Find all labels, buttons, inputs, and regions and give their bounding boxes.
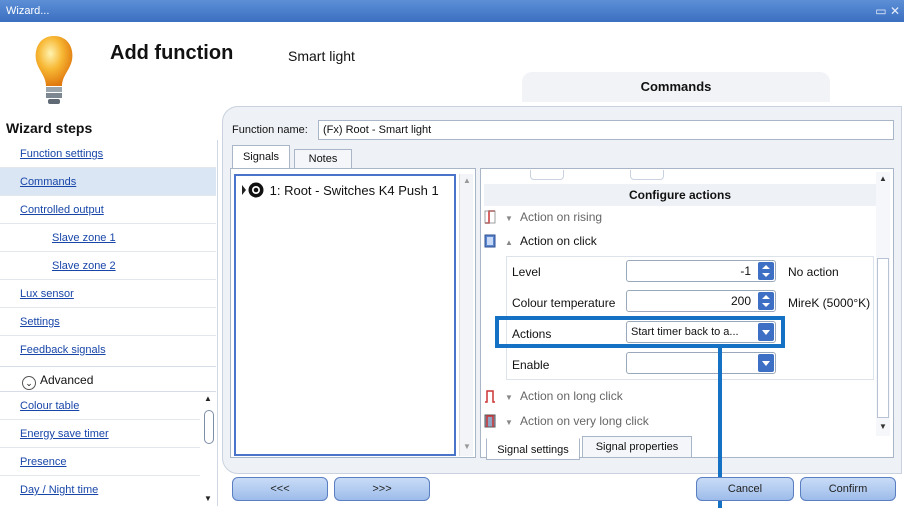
colour-temperature-label: Colour temperature [512, 296, 616, 310]
panel-tab-stub [630, 170, 664, 180]
chevron-down-icon: ▼ [505, 418, 513, 427]
step-feedback-signals[interactable]: Feedback signals [0, 336, 216, 364]
configure-actions-heading: Configure actions [484, 184, 876, 206]
click-pulse-icon [484, 234, 496, 248]
tab-signal-settings[interactable]: Signal settings [486, 438, 580, 460]
panel-tab-stub [530, 170, 564, 180]
action-very-long-label: Action on very long click [520, 414, 649, 428]
scroll-down-icon[interactable]: ▼ [879, 422, 887, 431]
scroll-up-icon[interactable]: ▲ [463, 176, 471, 185]
colour-temperature-spinner[interactable]: 200 [626, 290, 776, 312]
action-row-click[interactable]: ▲ Action on click [484, 230, 597, 252]
step-colour-table[interactable]: Colour table [0, 392, 200, 420]
action-click-label: Action on click [520, 234, 597, 248]
cancel-button[interactable]: Cancel [696, 477, 794, 501]
wizard-steps-panel: Function settings Commands Controlled ou… [0, 140, 218, 506]
step-lux-sensor[interactable]: Lux sensor [0, 280, 216, 308]
step-commands[interactable]: Commands [0, 168, 216, 196]
actions-highlight-box [495, 316, 785, 348]
steps-scrollbar[interactable]: ▲ ▼ [202, 394, 214, 506]
title-bar: Wizard... ▭ ✕ [0, 0, 904, 22]
scroll-down-icon[interactable]: ▼ [463, 442, 471, 451]
step-slave-zone-2[interactable]: Slave zone 2 [0, 252, 216, 280]
scroll-up-icon[interactable]: ▲ [879, 174, 887, 183]
spinner-arrows-icon[interactable] [758, 292, 774, 310]
enable-label: Enable [512, 358, 550, 372]
step-day-night-time[interactable]: Day / Night time [0, 476, 200, 504]
chevron-down-icon: ▼ [505, 393, 513, 402]
light-bulb-icon [35, 36, 73, 104]
action-row-rising[interactable]: ▼ Action on rising [484, 206, 602, 228]
scroll-thumb[interactable] [204, 410, 214, 444]
wizard-steps-heading: Wizard steps [6, 120, 93, 136]
function-name-input[interactable]: (Fx) Root - Smart light [318, 120, 894, 140]
window-controls[interactable]: ▭ ✕ [870, 0, 904, 22]
action-row-very-long-click[interactable]: ▼ Action on very long click [484, 410, 649, 432]
wizard-header: Add function Smart light Commands [0, 22, 904, 114]
step-function-settings[interactable]: Function settings [0, 140, 216, 168]
tab-signals[interactable]: Signals [232, 145, 290, 170]
action-row-long-click[interactable]: ▼ Action on long click [484, 385, 623, 407]
tab-notes[interactable]: Notes [294, 149, 352, 169]
function-name-label: Function name: [232, 124, 308, 136]
chevron-up-icon: ▲ [505, 238, 513, 247]
level-unit: No action [788, 265, 839, 279]
advanced-expander[interactable]: ⌄ Advanced [0, 366, 216, 392]
spinner-arrows-icon[interactable] [758, 262, 774, 280]
rising-edge-icon [484, 210, 496, 224]
step-presence[interactable]: Presence [0, 448, 200, 476]
action-rising-label: Action on rising [520, 210, 603, 224]
colour-temperature-value: 200 [730, 294, 751, 308]
level-value: -1 [740, 264, 751, 278]
scroll-up-icon[interactable]: ▲ [204, 394, 212, 403]
step-controlled-output[interactable]: Controlled output [0, 196, 216, 224]
colour-temperature-unit: MireK (5000°K) [788, 296, 871, 310]
signal-item-label: 1: Root - Switches K4 Push 1 [269, 183, 439, 198]
advanced-label: Advanced [40, 373, 94, 387]
chevron-down-icon: ▼ [505, 214, 513, 223]
page-title: Add function [110, 42, 234, 64]
very-long-pulse-icon [484, 414, 496, 428]
signals-scrollbar[interactable]: ▲ ▼ [459, 174, 473, 456]
wizard-window: Wizard... ▭ ✕ Add function Smart light C… [0, 0, 904, 508]
confirm-button[interactable]: Confirm [800, 477, 896, 501]
action-long-label: Action on long click [520, 389, 623, 403]
step-settings[interactable]: Settings [0, 308, 216, 336]
configure-scrollbar[interactable]: ▲ ▼ [876, 172, 890, 436]
level-spinner[interactable]: -1 [626, 260, 776, 282]
window-title: Wizard... [6, 5, 50, 17]
step-slave-zone-1[interactable]: Slave zone 1 [0, 224, 216, 252]
tab-signal-properties[interactable]: Signal properties [582, 436, 692, 458]
scroll-down-icon[interactable]: ▼ [204, 494, 212, 503]
step-energy-save-timer[interactable]: Energy save timer [0, 420, 200, 448]
page-subtitle: Smart light [288, 48, 355, 64]
section-tab-commands: Commands [522, 72, 830, 102]
long-pulse-icon [485, 390, 495, 403]
signals-list: 1: Root - Switches K4 Push 1 [234, 174, 456, 456]
enable-dropdown[interactable] [626, 352, 776, 374]
level-label: Level [512, 265, 541, 279]
switch-signal-icon [242, 182, 264, 198]
dropdown-arrow-icon[interactable] [758, 354, 774, 372]
signal-item[interactable]: 1: Root - Switches K4 Push 1 [240, 180, 450, 202]
next-button[interactable]: >>> [334, 477, 430, 501]
scroll-thumb[interactable] [877, 258, 889, 418]
previous-button[interactable]: <<< [232, 477, 328, 501]
chevron-down-icon: ⌄ [22, 376, 36, 390]
